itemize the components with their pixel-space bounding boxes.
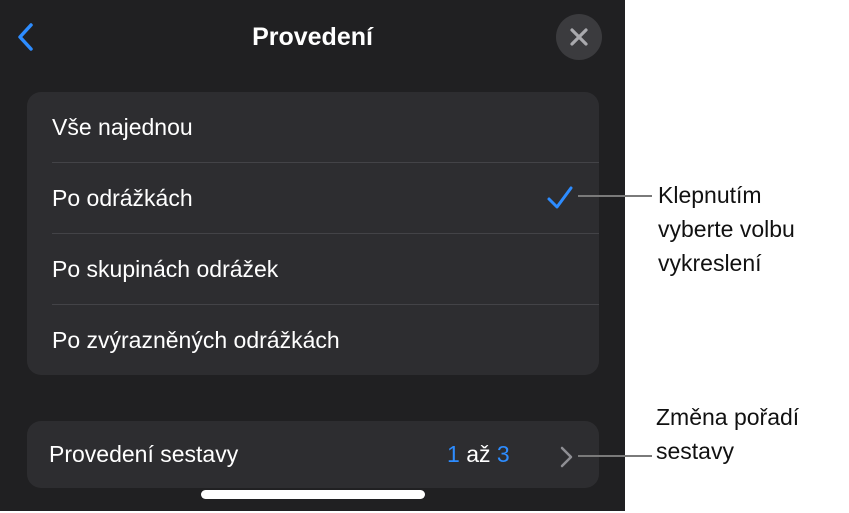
chevron-right-icon: [560, 446, 573, 468]
option-all-at-once[interactable]: Vše najednou: [27, 92, 599, 162]
build-order-from: 1: [447, 441, 460, 467]
callout-text: sestavy: [656, 438, 734, 464]
build-order-label: Provedení sestavy: [49, 441, 239, 467]
callout-text: vykreslení: [658, 250, 762, 276]
build-order-range: 1 až 3: [447, 421, 510, 488]
option-by-bullet-group[interactable]: Po skupinách odrážek: [27, 234, 599, 304]
callout-option: Klepnutím vyberte volbu vykreslení: [658, 178, 795, 280]
build-order-to: 3: [496, 441, 510, 467]
option-label: Vše najednou: [52, 114, 193, 140]
callout-line: [578, 195, 652, 197]
option-label: Po skupinách odrážek: [52, 256, 279, 282]
home-indicator: [201, 490, 425, 499]
callout-order: Změna pořadí sestavy: [656, 400, 799, 468]
close-icon: [570, 28, 588, 46]
option-label: Po zvýrazněných odrážkách: [52, 327, 340, 353]
option-label: Po odrážkách: [52, 185, 193, 211]
option-by-highlighted-bullet[interactable]: Po zvýrazněných odrážkách: [27, 305, 599, 375]
callout-line: [578, 455, 652, 457]
callout-text: Změna pořadí: [656, 404, 800, 430]
delivery-panel: Provedení Vše najednou Po odrážkách Po s…: [0, 0, 625, 511]
build-order-separator: až: [466, 441, 497, 467]
delivery-options-list: Vše najednou Po odrážkách Po skupinách o…: [27, 92, 599, 375]
callout-text: vyberte volbu: [658, 216, 795, 242]
callout-text: Klepnutím: [658, 182, 762, 208]
panel-title: Provedení: [252, 23, 373, 51]
option-by-bullet[interactable]: Po odrážkách: [27, 163, 599, 233]
checkmark-icon: [547, 186, 573, 209]
build-order-row[interactable]: Provedení sestavy 1 až 3: [27, 421, 599, 488]
close-button[interactable]: [556, 14, 602, 60]
